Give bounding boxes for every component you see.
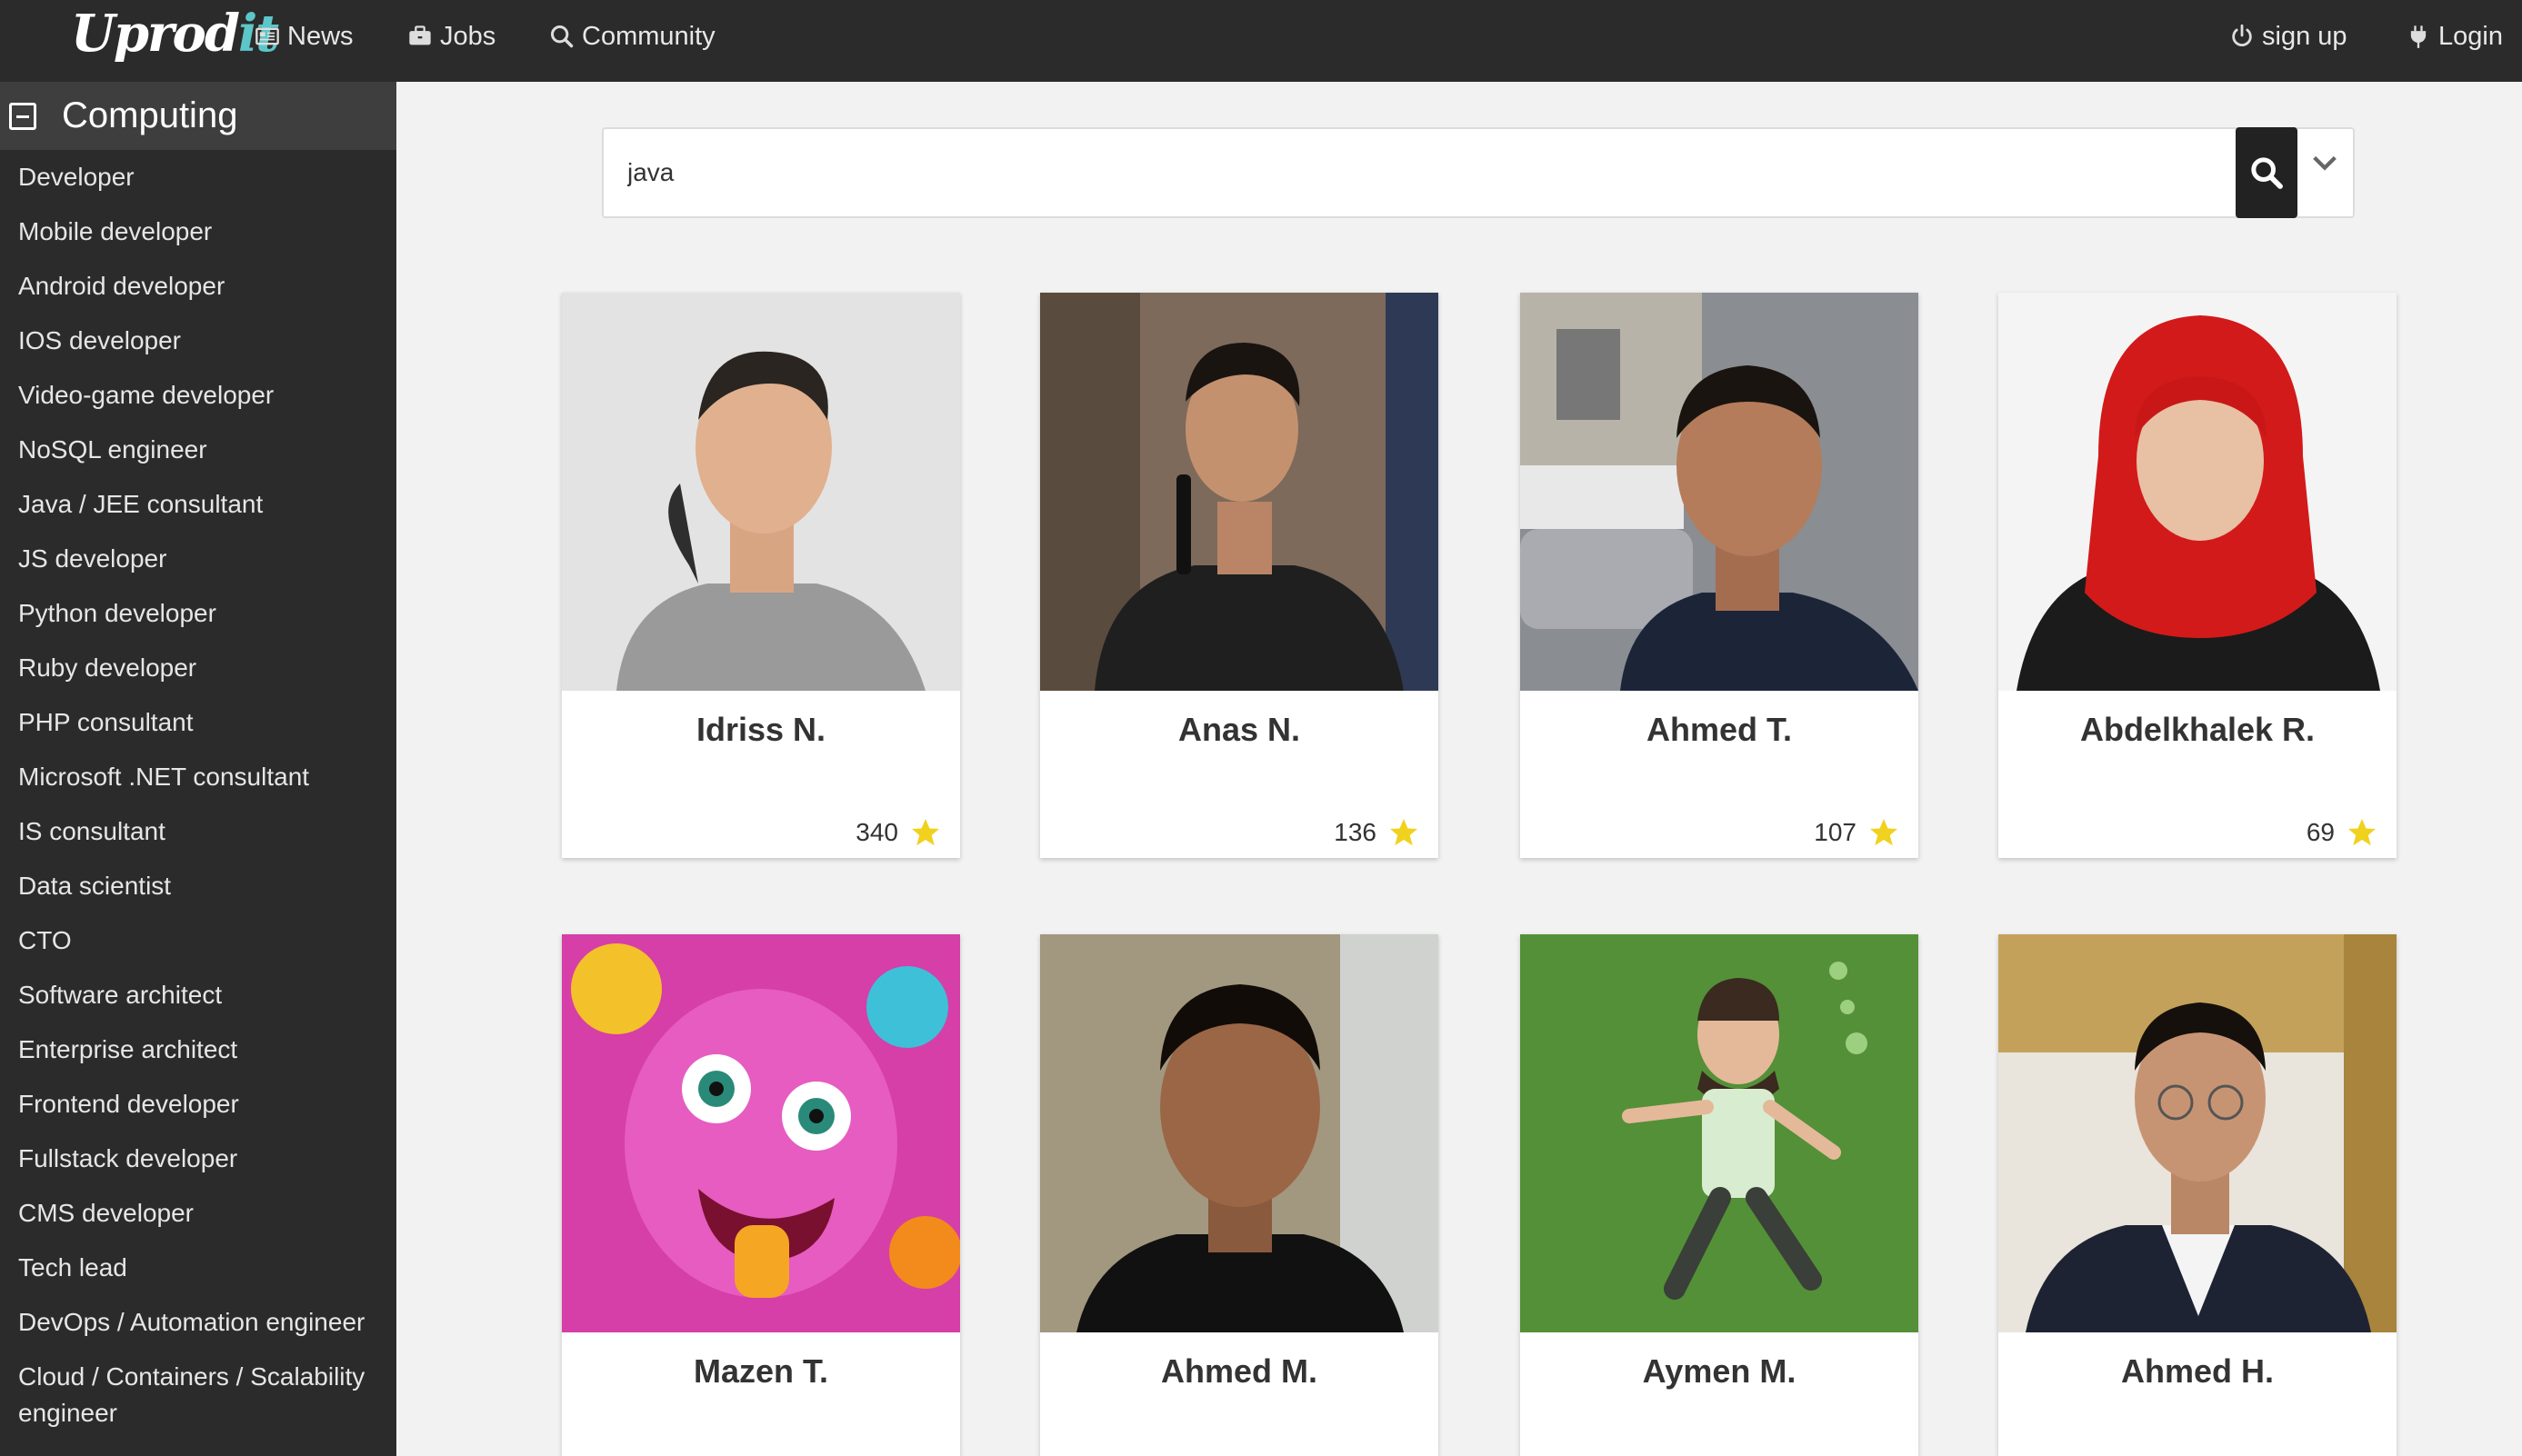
profile-card[interactable]: Mazen T.: [562, 934, 960, 1456]
score-value: 136: [1334, 818, 1376, 846]
newspaper-icon: [255, 27, 279, 45]
profile-name: Idriss N.: [696, 711, 826, 748]
profile-score: 69: [2307, 816, 2378, 849]
profile-name: Anas N.: [1177, 711, 1301, 748]
profile-photo: [1520, 293, 1918, 691]
sidebar-item-devops-engineer[interactable]: DevOps / Automation engineer: [0, 1295, 396, 1350]
sidebar-list: Developer Mobile developer Android devel…: [0, 150, 396, 1431]
sidebar-item-php-consultant[interactable]: PHP consultant: [0, 695, 396, 750]
profile-name: Abdelkhalek R.: [2079, 711, 2316, 748]
profile-name: Ahmed T.: [1646, 711, 1792, 748]
profile-card[interactable]: Ahmed H.: [1998, 934, 2397, 1456]
sidebar-item-java-jee-consultant[interactable]: Java / JEE consultant: [0, 477, 396, 532]
sidebar-item-ios-developer[interactable]: IOS developer: [0, 314, 396, 368]
nav-login[interactable]: Login: [2406, 0, 2503, 73]
search-bar: [602, 127, 2355, 218]
profile-card[interactable]: Ahmed T. 107: [1520, 293, 1918, 858]
plug-icon: [2410, 25, 2427, 48]
sidebar-item-android-developer[interactable]: Android developer: [0, 259, 396, 314]
sidebar-item-cto[interactable]: CTO: [0, 913, 396, 968]
profile-card[interactable]: Idriss N. 340: [562, 293, 960, 858]
profile-photo: [562, 293, 960, 691]
profile-card[interactable]: Abdelkhalek R. 69: [1998, 293, 2397, 858]
sidebar-item-fullstack-developer[interactable]: Fullstack developer: [0, 1132, 396, 1186]
nav-news[interactable]: News: [255, 0, 354, 73]
profile-photo: [1040, 934, 1438, 1332]
sidebar-item-nosql-engineer[interactable]: NoSQL engineer: [0, 423, 396, 477]
sidebar-item-frontend-developer[interactable]: Frontend developer: [0, 1077, 396, 1132]
search-input[interactable]: [604, 129, 2233, 216]
nav-signup-label: sign up: [2262, 21, 2347, 51]
profile-name: Ahmed M.: [1160, 1352, 1317, 1390]
profile-photo: [1998, 293, 2397, 691]
sidebar-item-ruby-developer[interactable]: Ruby developer: [0, 641, 396, 695]
chevron-down-icon: [2313, 155, 2337, 171]
profile-card[interactable]: Anas N. 136: [1040, 293, 1438, 858]
score-value: 107: [1814, 818, 1856, 846]
profile-name: Ahmed H.: [2120, 1352, 2274, 1390]
profile-photo: [1998, 934, 2397, 1332]
sidebar-item-developer[interactable]: Developer: [0, 150, 396, 204]
sidebar-item-software-architect[interactable]: Software architect: [0, 968, 396, 1022]
profile-photo: [1040, 293, 1438, 691]
sidebar-header[interactable]: Computing: [0, 82, 396, 150]
nav-jobs[interactable]: Jobs: [407, 0, 495, 73]
sidebar-item-python-developer[interactable]: Python developer: [0, 586, 396, 641]
sidebar-item-mobile-developer[interactable]: Mobile developer: [0, 204, 396, 259]
sidebar-item-tech-lead[interactable]: Tech lead: [0, 1241, 396, 1295]
profile-photo: [562, 934, 960, 1332]
nav-signup[interactable]: sign up: [2229, 0, 2347, 73]
search-button[interactable]: [2236, 127, 2297, 218]
advanced-search-toggle[interactable]: [2302, 140, 2347, 185]
score-value: 69: [2306, 818, 2335, 846]
category-sidebar: Computing Developer Mobile developer And…: [0, 82, 396, 1456]
sidebar-item-enterprise-architect[interactable]: Enterprise architect: [0, 1022, 396, 1077]
sidebar-title: Computing: [62, 95, 238, 135]
star-icon: [912, 819, 939, 846]
sidebar-item-js-developer[interactable]: JS developer: [0, 532, 396, 586]
search-icon: [2251, 157, 2283, 189]
star-icon: [2348, 819, 2376, 846]
sidebar-item-data-scientist[interactable]: Data scientist: [0, 859, 396, 913]
profile-score: 136: [1334, 816, 1420, 849]
briefcase-icon: [409, 25, 431, 45]
search-icon: [550, 25, 574, 48]
profile-card[interactable]: Ahmed M.: [1040, 934, 1438, 1456]
sidebar-item-cloud-engineer[interactable]: Cloud / Containers / Scalability enginee…: [0, 1350, 396, 1431]
profile-photo: [1520, 934, 1918, 1332]
profile-card[interactable]: Aymen M.: [1520, 934, 1918, 1456]
nav-news-label: News: [287, 21, 354, 51]
profile-name: Mazen T.: [693, 1352, 829, 1390]
nav-login-label: Login: [2438, 21, 2503, 51]
top-navbar: Uprodit News Jobs Community sign up Logi…: [0, 0, 2522, 82]
nav-community[interactable]: Community: [549, 0, 716, 73]
sidebar-item-video-game-developer[interactable]: Video-game developer: [0, 368, 396, 423]
profile-name: Aymen M.: [1642, 1352, 1796, 1390]
sidebar-item-dotnet-consultant[interactable]: Microsoft .NET consultant: [0, 750, 396, 804]
sidebar-item-is-consultant[interactable]: IS consultant: [0, 804, 396, 859]
sidebar-item-cms-developer[interactable]: CMS developer: [0, 1186, 396, 1241]
power-icon: [2232, 24, 2252, 46]
collapse-icon[interactable]: [9, 102, 36, 130]
star-icon: [1870, 819, 1897, 846]
profile-score: 340: [856, 816, 942, 849]
score-value: 340: [856, 818, 898, 846]
nav-community-label: Community: [582, 21, 716, 51]
nav-jobs-label: Jobs: [440, 21, 496, 51]
profile-score: 107: [1814, 816, 1900, 849]
star-icon: [1390, 819, 1417, 846]
logo-text: Uprod: [71, 4, 240, 64]
site-logo[interactable]: Uprodit: [71, 4, 279, 69]
